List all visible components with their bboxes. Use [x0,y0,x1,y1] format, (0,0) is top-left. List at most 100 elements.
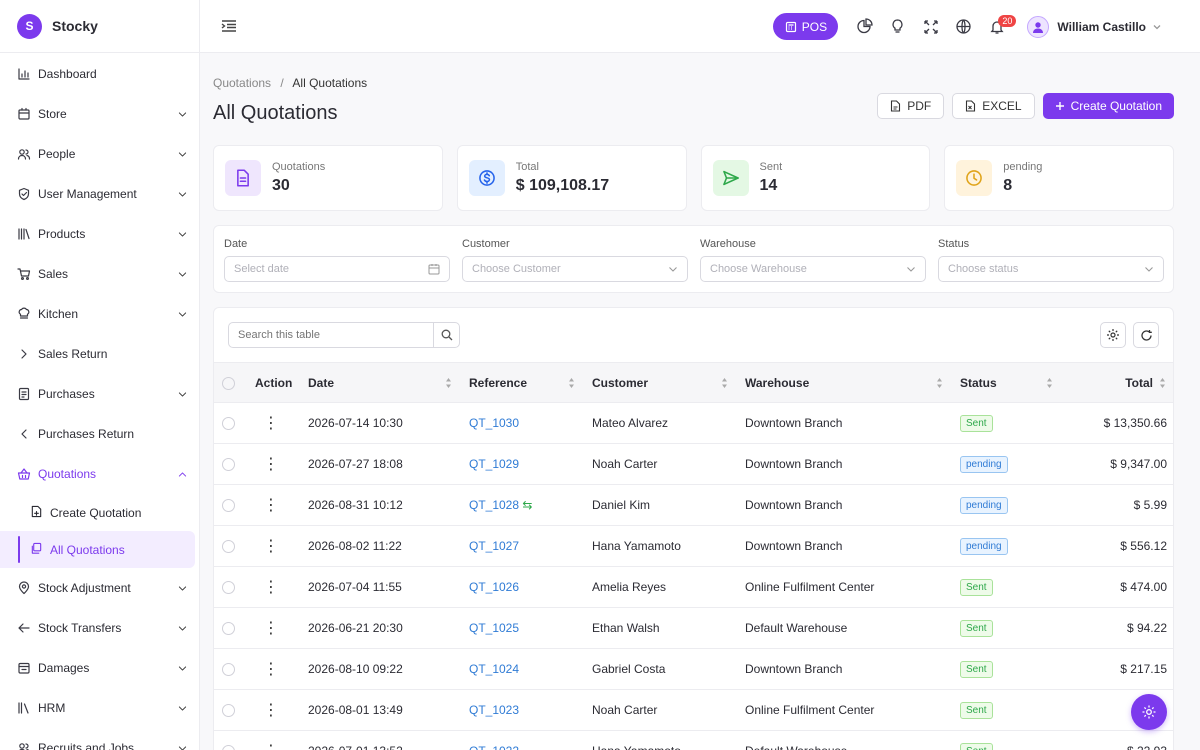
reference-link[interactable]: QT_1027 [469,539,519,553]
sidebar-item-products[interactable]: Products [0,214,199,254]
sidebar-item-purchases-return[interactable]: Purchases Return [0,414,199,454]
select-all-checkbox[interactable] [222,376,235,390]
fullscreen-icon[interactable] [914,10,947,43]
chevron-down-icon [178,192,187,197]
sidebar-item-dashboard[interactable]: Dashboard [0,54,199,94]
kebab-menu-icon[interactable]: ⋮ [255,702,279,719]
menu-toggle-icon[interactable] [220,17,238,35]
row-select-cell [214,402,247,444]
kebab-menu-icon[interactable]: ⋮ [255,538,279,555]
sidebar-item-hrm[interactable]: HRM [0,688,199,728]
row-checkbox[interactable] [222,417,235,431]
row-checkbox[interactable] [222,581,235,595]
excel-button[interactable]: EXCEL [952,93,1035,119]
lightbulb-icon[interactable] [881,10,914,43]
sidebar-item-purchases[interactable]: Purchases [0,374,199,414]
sidebar-item-label: Damages [38,661,90,675]
sidebar-item-stock-adjustment[interactable]: Stock Adjustment [0,568,199,608]
create-quotation-button[interactable]: Create Quotation [1042,93,1174,119]
warehouse-filter: Warehouse Choose Warehouse [700,238,926,282]
globe-icon[interactable] [947,10,980,43]
reference-link[interactable]: QT_1029 [469,457,519,471]
column-status[interactable]: Status [952,362,1062,403]
brand[interactable]: S Stocky [0,0,199,53]
reference-link[interactable]: QT_1030 [469,416,519,430]
breadcrumb-parent[interactable]: Quotations [213,76,271,90]
table-search-input[interactable] [229,323,433,347]
table-row: ⋮ 2026-06-21 20:30 QT_1025 Ethan Walsh Defau… [214,607,1173,649]
sidebar-item-quotations[interactable]: Quotations [0,454,199,494]
refresh-button[interactable] [1133,322,1159,348]
column-date[interactable]: Date [300,362,461,403]
row-checkbox[interactable] [222,622,235,636]
column-customer[interactable]: Customer [584,362,737,403]
chevron-left-icon [21,429,27,439]
document-icon [237,169,249,187]
column-warehouse[interactable]: Warehouse [737,362,952,403]
reference-link[interactable]: QT_1028 [469,498,519,512]
status-select[interactable]: Choose status [938,256,1164,282]
file-icon [891,100,901,112]
row-status-cell: Sent [952,730,1062,750]
status-badge: pending [960,496,1008,514]
sidebar-item-stock-transfers[interactable]: Stock Transfers [0,608,199,648]
row-reference-cell: QT_1026 [461,566,584,608]
row-checkbox[interactable] [222,704,235,718]
row-status-cell: Sent [952,689,1062,731]
row-date: 2026-08-02 11:22 [300,525,461,567]
chevron-down-icon [177,389,187,399]
row-reference-cell: QT_1022 [461,730,584,750]
row-checkbox[interactable] [222,458,235,472]
kebab-menu-icon[interactable]: ⋮ [255,743,279,750]
table-row: ⋮ 2026-08-31 10:12 QT_1028 ⇆ Daniel Kim Down… [214,484,1173,526]
pdf-button[interactable]: PDF [877,93,945,119]
sidebar-item-store[interactable]: Store [0,94,199,134]
reference-link[interactable]: QT_1026 [469,580,519,594]
sidebar-item-damages[interactable]: Damages [0,648,199,688]
date-picker[interactable]: Select date [224,256,450,282]
reference-link[interactable]: QT_1024 [469,662,519,676]
sidebar-subitem-create-quotation[interactable]: Create Quotation [0,494,195,531]
user-name: William Castillo [1057,19,1146,34]
row-warehouse: Default Warehouse [737,607,952,649]
gear-icon [1107,329,1119,341]
search-button[interactable] [433,323,459,347]
reference-link[interactable]: QT_1025 [469,621,519,635]
kebab-menu-icon[interactable]: ⋮ [255,497,279,514]
row-checkbox[interactable] [222,540,235,554]
table-settings-button[interactable] [1100,322,1126,348]
kebab-menu-icon[interactable]: ⋮ [255,661,279,678]
floating-settings-button[interactable] [1131,694,1167,730]
arrow-left-icon [17,621,31,635]
stat-text: Sent 14 [760,161,783,195]
sidebar-item-sales[interactable]: Sales [0,254,199,294]
kebab-menu-icon[interactable]: ⋮ [255,579,279,596]
pie-chart-icon[interactable] [848,10,881,43]
sidebar-item-kitchen[interactable]: Kitchen [0,294,199,334]
sidebar-item-label: Quotations [38,467,97,481]
column-reference[interactable]: Reference [461,362,584,403]
kebab-menu-icon[interactable]: ⋮ [255,456,279,473]
kebab-menu-icon[interactable]: ⋮ [255,620,279,637]
user-menu[interactable]: William Castillo [1027,15,1162,38]
sidebar-item-sales-return[interactable]: Sales Return [0,334,199,374]
reference-link[interactable]: QT_1022 [469,744,519,750]
sidebar-subitem-all-quotations[interactable]: All Quotations [0,531,195,568]
sidebar-item-people[interactable]: People [0,134,199,174]
bell-icon[interactable]: 20 [980,10,1017,43]
kebab-menu-icon[interactable]: ⋮ [255,415,279,432]
sidebar-item-recruits-and-jobs[interactable]: Recruits and Jobs [0,728,199,750]
sidebar-item-user-management[interactable]: User Management [0,174,199,214]
sidebar-subitem-label: All Quotations [50,542,125,557]
column-total[interactable]: Total [1062,362,1173,403]
warehouse-select[interactable]: Choose Warehouse [700,256,926,282]
row-checkbox[interactable] [222,663,235,677]
pos-button[interactable]: POS [773,13,839,40]
row-reference-cell: QT_1028 ⇆ [461,484,584,526]
row-checkbox[interactable] [222,745,235,750]
chevron-down-icon [177,583,187,593]
row-checkbox[interactable] [222,499,235,513]
reference-link[interactable]: QT_1023 [469,703,519,717]
customer-select[interactable]: Choose Customer [462,256,688,282]
row-status-cell: Sent [952,566,1062,608]
